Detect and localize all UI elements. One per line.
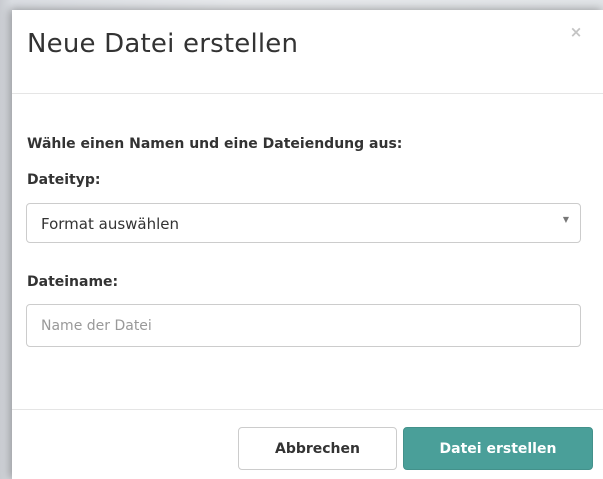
dialog-title: Neue Datei erstellen <box>27 29 299 59</box>
instructions-text: Wähle einen Namen und eine Dateiendung a… <box>27 136 403 152</box>
new-file-dialog: Neue Datei erstellen × Wähle einen Namen… <box>12 10 603 479</box>
cancel-button[interactable]: Abbrechen <box>238 427 397 470</box>
filetype-select[interactable]: Format auswählen ▼ <box>26 203 581 243</box>
filetype-label: Dateityp: <box>27 172 101 188</box>
dialog-body: Wähle einen Namen und eine Dateiendung a… <box>12 94 603 409</box>
create-file-button[interactable]: Datei erstellen <box>403 427 593 470</box>
filename-label: Dateiname: <box>27 274 119 290</box>
dialog-footer: Abbrechen Datei erstellen <box>12 409 603 479</box>
dialog-header: Neue Datei erstellen × <box>12 10 603 94</box>
caret-down-icon: ▼ <box>562 215 569 224</box>
filename-input[interactable] <box>26 304 581 347</box>
filetype-select-value: Format auswählen <box>41 215 180 233</box>
close-button[interactable]: × <box>567 22 585 42</box>
